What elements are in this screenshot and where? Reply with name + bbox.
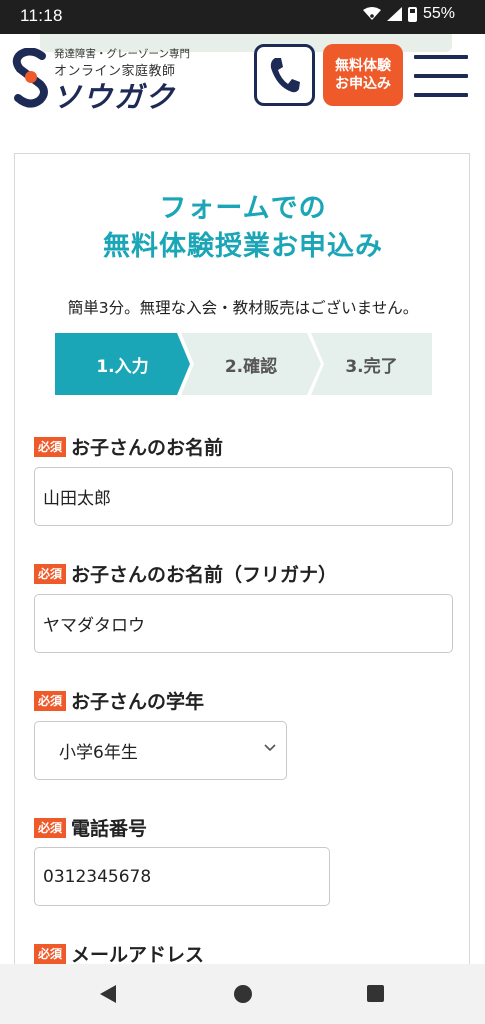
menu-bar	[414, 55, 468, 59]
child-name-label-text: お子さんのお名前	[71, 437, 224, 459]
email-label: 必須 メールアドレス	[34, 940, 204, 967]
required-badge: 必須	[34, 690, 67, 711]
step-confirm-label: 2.確認	[224, 356, 278, 377]
child-name-input[interactable]: 山田太郎	[34, 467, 453, 526]
status-time: 11:18	[20, 6, 63, 25]
form-title: フォームでの 無料体験授業お申込み	[15, 190, 471, 266]
phone-label: 必須 電話番号	[34, 814, 147, 841]
required-badge: 必須	[34, 563, 67, 584]
required-badge: 必須	[34, 943, 67, 964]
grade-label: 必須 お子さんの学年	[34, 687, 204, 714]
form-steps: 1.入力 2.確認 3.完了	[55, 333, 432, 395]
child-kana-label-text: お子さんのお名前（フリガナ）	[71, 564, 338, 586]
child-kana-label: 必須 お子さんのお名前（フリガナ）	[34, 560, 337, 587]
email-label-text: メールアドレス	[71, 944, 205, 966]
back-icon[interactable]	[99, 984, 117, 1004]
logo-s-mark-icon	[12, 48, 48, 108]
grade-selected-value: 小学6年生	[59, 743, 138, 763]
status-bar: 11:18 55%	[0, 0, 485, 34]
menu-bar	[414, 93, 468, 97]
system-nav-bar	[0, 964, 485, 1024]
step-complete: 3.完了	[311, 333, 432, 395]
status-icons: 55%	[362, 5, 455, 23]
chevron-down-icon	[264, 744, 276, 752]
grade-select[interactable]: 小学6年生	[34, 721, 287, 780]
free-trial-button-line1: 無料体験	[335, 58, 391, 74]
form-title-line1: フォームでの	[159, 193, 327, 224]
phone-input[interactable]: 0312345678	[34, 847, 330, 906]
phone-button[interactable]	[254, 44, 315, 106]
menu-bar	[414, 74, 468, 78]
required-badge: 必須	[34, 817, 67, 838]
child-name-label: 必須 お子さんのお名前	[34, 433, 223, 460]
home-icon[interactable]	[234, 985, 252, 1003]
battery-icon	[407, 6, 417, 22]
logo[interactable]: 発達障害・グレーゾーン専門 オンライン家庭教師 ソウガク	[12, 44, 242, 114]
hamburger-menu-icon[interactable]	[414, 55, 468, 97]
step-input: 1.入力	[55, 333, 190, 395]
logo-name: ソウガク	[52, 80, 177, 114]
free-trial-button[interactable]: 無料体験 お申込み	[323, 44, 403, 106]
grade-label-text: お子さんの学年	[71, 691, 205, 713]
signal-icon	[386, 7, 402, 21]
logo-tagline: 発達障害・グレーゾーン専門	[54, 48, 190, 60]
recent-apps-icon[interactable]	[367, 985, 384, 1002]
battery-percent: 55%	[422, 5, 455, 22]
trial-form-card: フォームでの 無料体験授業お申込み 簡単3分。無理な入会・教材販売はございません…	[14, 153, 470, 973]
form-title-line2: 無料体験授業お申込み	[103, 231, 383, 262]
step-confirm: 2.確認	[181, 333, 321, 395]
form-lead-text: 簡単3分。無理な入会・教材販売はございません。	[67, 299, 419, 317]
step-input-label: 1.入力	[96, 356, 149, 377]
phone-icon	[270, 58, 300, 93]
site-header: 発達障害・グレーゾーン専門 オンライン家庭教師 ソウガク 無料体験 お申込み	[0, 34, 485, 118]
child-kana-input[interactable]: ヤマダタロウ	[34, 594, 453, 653]
free-trial-button-line2: お申込み	[335, 76, 391, 92]
wifi-icon	[362, 7, 381, 20]
required-badge: 必須	[34, 436, 67, 457]
phone-label-text: 電話番号	[71, 818, 148, 840]
step-complete-label: 3.完了	[345, 356, 398, 377]
